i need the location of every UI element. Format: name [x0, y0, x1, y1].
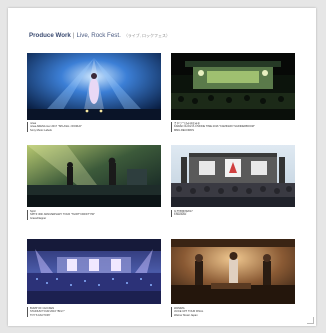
work-photo-4 [171, 145, 295, 207]
work-photo-6 [171, 239, 295, 304]
work-caption-5: BUMP OF CHICKEN STADIUM TOUR 2016 "BFLY"… [27, 307, 170, 318]
heading-subtitle-note: （ライブ, ロックフェス） [123, 33, 171, 38]
work-photo-1 [27, 53, 161, 120]
work-caption-2: きゃりーぱみゅぱみゅ KAWAII OLOGYA C'MONE TIME 201… [171, 122, 314, 133]
work-caption-3: Spitz SPITZ 30th ANNIVERSARY TOUR "THIRT… [27, 210, 170, 221]
work-label: Sony Music Labels [30, 128, 52, 132]
work-caption-1: miwa miwa ARENA tour 2017 "SPLASH☆WORLD"… [27, 122, 170, 133]
work-label: TOY'S FACTORY [30, 313, 51, 317]
heading-subtitle: Live, Rock Fest. [76, 32, 121, 39]
document-page: Produce Work | Live, Rock Fest. （ライブ, ロックフェ… [8, 8, 316, 326]
work-photo-5 [27, 239, 161, 304]
work-photo-2 [171, 53, 295, 120]
work-label: Grass/Napper [30, 216, 47, 220]
section-heading: Produce Work | Live, Rock Fest. （ライブ, ロックフェ… [29, 31, 170, 41]
heading-separator: | [72, 32, 75, 39]
heading-title: Produce Work [29, 32, 71, 39]
work-label: MMG RECORDS [174, 128, 195, 132]
work-label: Warner Music Japan [174, 313, 198, 317]
work-caption-6: WANIMA JUICE UP!! TOUR FINAL Warner Musi… [171, 307, 314, 318]
work-photo-3 [27, 145, 161, 207]
page-corner-mark [307, 317, 314, 324]
work-title: KISHIDAN [174, 213, 187, 217]
work-caption-4: 氣志團萬博2017 KISHIDAN [171, 210, 314, 217]
